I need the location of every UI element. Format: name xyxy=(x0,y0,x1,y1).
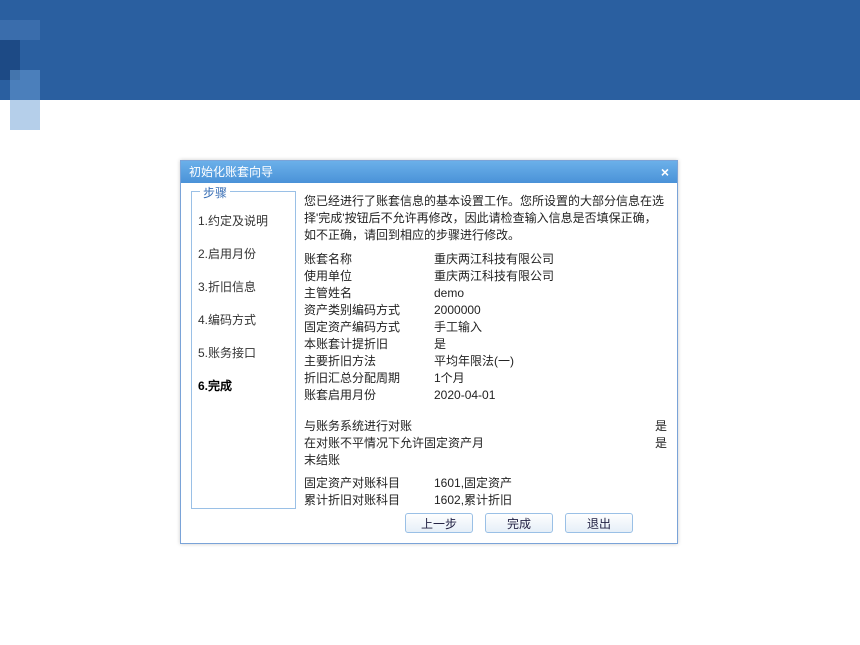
dialog-body: 步骤 1.约定及说明 2.启用月份 3.折旧信息 4.编码方式 5.账务接口 6… xyxy=(181,183,677,509)
summary-row: 账套启用月份2020-04-01 xyxy=(304,387,667,404)
summary-label: 固定资产编码方式 xyxy=(304,319,434,336)
step-item-5[interactable]: 5.账务接口 xyxy=(198,336,289,369)
sidebar-legend: 步骤 xyxy=(200,184,230,201)
summary-label: 折旧汇总分配周期 xyxy=(304,370,434,387)
finish-button[interactable]: 完成 xyxy=(485,513,553,533)
step-item-3[interactable]: 3.折旧信息 xyxy=(198,270,289,303)
summary-content: 您已经进行了账套信息的基本设置工作。您所设置的大部分信息在选择'完成'按钮后不允… xyxy=(304,191,667,509)
summary-row: 累计折旧对账科目1602,累计折旧 xyxy=(304,492,667,509)
summary-value: 手工输入 xyxy=(434,319,667,336)
summary-row: 账套名称重庆两江科技有限公司 xyxy=(304,251,667,268)
summary-label: 与账务系统进行对账 xyxy=(304,418,486,435)
summary-label: 固定资产对账科目 xyxy=(304,475,434,492)
summary-label: 资产类别编码方式 xyxy=(304,302,434,319)
summary-label: 本账套计提折旧 xyxy=(304,336,434,353)
prev-button[interactable]: 上一步 xyxy=(405,513,473,533)
summary-value: 重庆两江科技有限公司 xyxy=(434,251,667,268)
summary-label: 主管姓名 xyxy=(304,285,434,302)
summary-value: 1601,固定资产 xyxy=(434,475,667,492)
steps-sidebar: 步骤 1.约定及说明 2.启用月份 3.折旧信息 4.编码方式 5.账务接口 6… xyxy=(191,191,296,509)
summary-row: 在对账不平情况下允许固定资产月末结账是 xyxy=(304,435,667,469)
summary-label: 使用单位 xyxy=(304,268,434,285)
dialog-titlebar: 初始化账套向导 × xyxy=(181,161,677,183)
wizard-dialog: 初始化账套向导 × 步骤 1.约定及说明 2.启用月份 3.折旧信息 4.编码方… xyxy=(180,160,678,544)
summary-label: 在对账不平情况下允许固定资产月末结账 xyxy=(304,435,486,469)
banner-decor xyxy=(10,70,40,130)
dialog-footer: 上一步 完成 退出 xyxy=(181,509,677,543)
summary-value: 是 xyxy=(434,336,667,353)
step-item-4[interactable]: 4.编码方式 xyxy=(198,303,289,336)
summary-value: demo xyxy=(434,285,667,302)
summary-value: 2020-04-01 xyxy=(434,387,667,404)
summary-value: 1个月 xyxy=(434,370,667,387)
summary-row: 固定资产编码方式手工输入 xyxy=(304,319,667,336)
summary-label: 账套名称 xyxy=(304,251,434,268)
summary-row: 固定资产对账科目1601,固定资产 xyxy=(304,475,667,492)
steps-list: 1.约定及说明 2.启用月份 3.折旧信息 4.编码方式 5.账务接口 6.完成 xyxy=(198,204,289,402)
summary-value: 2000000 xyxy=(434,302,667,319)
step-item-2[interactable]: 2.启用月份 xyxy=(198,237,289,270)
summary-row: 主管姓名demo xyxy=(304,285,667,302)
summary-row: 与账务系统进行对账是 xyxy=(304,418,667,435)
summary-value: 是 xyxy=(486,435,668,469)
summary-row: 资产类别编码方式2000000 xyxy=(304,302,667,319)
summary-row: 使用单位重庆两江科技有限公司 xyxy=(304,268,667,285)
summary-row: 折旧汇总分配周期 1个月 xyxy=(304,370,667,387)
summary-value: 1602,累计折旧 xyxy=(434,492,667,509)
summary-label: 累计折旧对账科目 xyxy=(304,492,434,509)
summary-row: 主要折旧方法平均年限法(一) xyxy=(304,353,667,370)
summary-label: 主要折旧方法 xyxy=(304,353,434,370)
summary-value: 重庆两江科技有限公司 xyxy=(434,268,667,285)
intro-text: 您已经进行了账套信息的基本设置工作。您所设置的大部分信息在选择'完成'按钮后不允… xyxy=(304,193,667,243)
step-item-1[interactable]: 1.约定及说明 xyxy=(198,204,289,237)
banner-decor xyxy=(0,20,40,40)
summary-label: 账套启用月份 xyxy=(304,387,434,404)
close-icon[interactable]: × xyxy=(661,161,669,183)
step-item-6[interactable]: 6.完成 xyxy=(198,369,289,402)
summary-value: 平均年限法(一) xyxy=(434,353,667,370)
summary-value: 是 xyxy=(486,418,668,435)
exit-button[interactable]: 退出 xyxy=(565,513,633,533)
dialog-title: 初始化账套向导 xyxy=(189,161,273,183)
summary-row: 本账套计提折旧是 xyxy=(304,336,667,353)
page-banner xyxy=(0,0,860,100)
